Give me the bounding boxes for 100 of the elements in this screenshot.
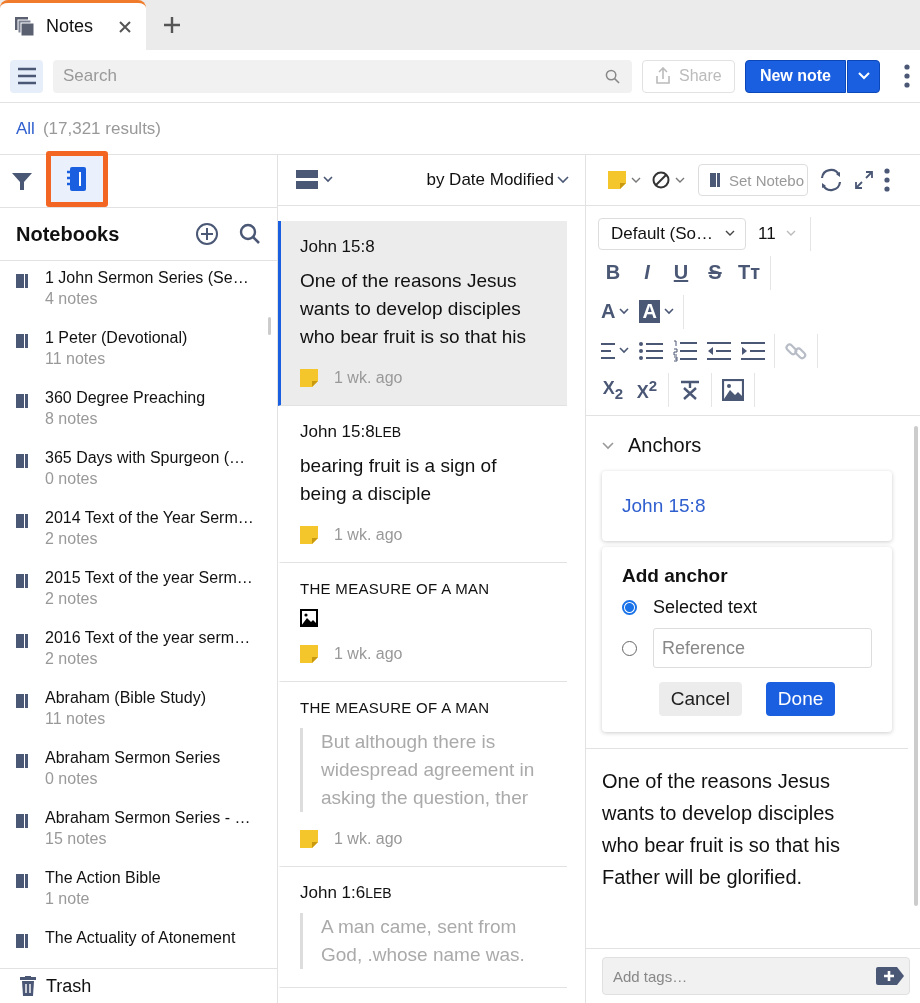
note-item[interactable]: John 15:8LEB bearing fruit is a sign of being a disciple 1 wk. ago bbox=[278, 406, 567, 563]
notebook-item[interactable]: Abraham Sermon Series - … 15 notes bbox=[0, 809, 277, 869]
italic-button[interactable]: I bbox=[632, 256, 662, 289]
add-tag-icon[interactable] bbox=[876, 967, 904, 985]
share-icon bbox=[655, 67, 671, 85]
add-icon[interactable] bbox=[195, 222, 219, 246]
caret-icon bbox=[663, 308, 674, 315]
new-tab-icon[interactable] bbox=[162, 15, 182, 35]
note-title: THE MEASURE OF A MAN bbox=[300, 579, 491, 599]
note-quote: A man came, sent from God, .whose name was. bbox=[300, 913, 553, 969]
font-dropdown[interactable]: Default (So… bbox=[598, 217, 747, 250]
note-time: 1 wk. ago bbox=[334, 526, 403, 544]
more-icon[interactable] bbox=[884, 168, 890, 192]
expand-icon[interactable] bbox=[854, 170, 874, 190]
notes-stack-icon bbox=[14, 15, 36, 38]
close-icon[interactable] bbox=[118, 19, 132, 34]
new-note-dropdown-button[interactable] bbox=[847, 59, 880, 93]
note-count: 11 notes bbox=[45, 350, 107, 368]
note-title: John 1:6LEB bbox=[300, 883, 393, 903]
notebook-name: 360 Degree Preaching bbox=[45, 389, 206, 407]
layout-icon[interactable] bbox=[296, 169, 336, 191]
note-body-text: One of the reasons Jesus wants to develop disciples who bear fruit is so that his Father will be glorified. bbox=[586, 748, 908, 909]
trash-item[interactable]: Trash bbox=[0, 968, 277, 1003]
notebook-item[interactable]: Abraham Sermon Series 0 notes bbox=[0, 749, 277, 809]
search-icon[interactable] bbox=[239, 223, 261, 245]
tags-field[interactable]: Add tags… bbox=[602, 957, 910, 995]
note-time: 1 wk. ago bbox=[334, 645, 403, 663]
sup-button[interactable]: X$^{2}$ bbox=[632, 373, 662, 406]
notebook-item[interactable]: 2014 Text of the Year Serm… 2 notes bbox=[0, 509, 277, 569]
notebook-icon bbox=[16, 514, 28, 528]
notebook-item[interactable]: 1 John Sermon Series (Se… 4 notes bbox=[0, 269, 277, 329]
caret-icon bbox=[785, 230, 796, 237]
notebook-item[interactable]: 360 Degree Preaching 8 notes bbox=[0, 389, 277, 449]
note-count: 2 notes bbox=[45, 530, 99, 548]
notebook-name: 365 Days with Spurgeon (… bbox=[45, 449, 246, 467]
sync-icon[interactable] bbox=[818, 167, 844, 193]
scrollbar[interactable] bbox=[268, 317, 271, 335]
notebook-item[interactable]: 2015 Text of the year Serm… 2 notes bbox=[0, 569, 277, 629]
underline-button[interactable]: U bbox=[666, 256, 696, 289]
notebook-icon bbox=[16, 574, 28, 588]
search-icon bbox=[604, 68, 620, 84]
notebook-icon bbox=[16, 334, 28, 348]
sticky-note-color-icon[interactable] bbox=[608, 170, 642, 190]
note-item[interactable]: John 15:8 One of the reasons Jesus wants to develop disciples who bear fruit is so that his 1 wk. ago bbox=[278, 221, 567, 406]
notebook-name: 2016 Text of the year serm… bbox=[45, 629, 251, 647]
sub-button[interactable]: X$_{2}$ bbox=[598, 373, 628, 406]
anchors-header[interactable]: Anchors bbox=[586, 416, 908, 467]
note-count: 2 notes bbox=[45, 590, 99, 608]
caret-icon bbox=[619, 308, 630, 315]
menu-icon bbox=[16, 67, 37, 85]
notebook-name: Abraham Sermon Series bbox=[45, 749, 221, 767]
image-icon bbox=[300, 609, 318, 627]
notebook-name: 1 John Sermon Series (Se… bbox=[45, 269, 249, 287]
chevron-icon bbox=[602, 441, 614, 450]
notebook-item[interactable]: The Actuality of Atonement bbox=[0, 929, 277, 968]
notebook-icon bbox=[16, 394, 28, 408]
note-item[interactable]: THE MEASURE OF A MAN But although there is widespread agreement in asking the question, ther 1 wk. ago bbox=[278, 682, 567, 867]
radio-button[interactable] bbox=[622, 600, 637, 615]
highlight-button[interactable]: A bbox=[636, 295, 677, 328]
note-count: 8 notes bbox=[45, 410, 99, 428]
note-time: 1 wk. ago bbox=[334, 369, 403, 387]
new-note-button[interactable]: New note bbox=[744, 59, 846, 93]
caret-icon bbox=[557, 176, 569, 184]
notebook-view-button[interactable] bbox=[46, 151, 108, 207]
notebook-field[interactable]: Set Notebo bbox=[698, 164, 808, 196]
notebook-item[interactable]: 365 Days with Spurgeon (… 0 notes bbox=[0, 449, 277, 509]
filter-icon[interactable] bbox=[12, 171, 32, 191]
sort-dropdown[interactable]: by Date Modified bbox=[426, 170, 569, 190]
bold-button[interactable]: B bbox=[598, 256, 628, 289]
trash-icon bbox=[20, 976, 36, 996]
search-field[interactable]: Search bbox=[53, 59, 632, 93]
add-anchor-title: Add anchor bbox=[622, 565, 729, 587]
menu-button[interactable] bbox=[10, 59, 43, 93]
notes-tab[interactable]: Notes bbox=[0, 0, 146, 50]
reference-field[interactable]: Reference bbox=[653, 628, 872, 668]
anchor-link[interactable]: John 15:8 bbox=[622, 495, 706, 516]
note-time: 1 wk. ago bbox=[334, 830, 403, 848]
case-button[interactable]: Tт bbox=[734, 256, 764, 289]
notebook-item[interactable]: Abraham (Bible Study) 11 notes bbox=[0, 689, 277, 749]
note-item[interactable]: John 1:6LEB A man came, sent from God, .whose name was. bbox=[278, 867, 567, 988]
cancel-button[interactable]: Cancel bbox=[658, 682, 742, 716]
scrollbar[interactable] bbox=[914, 426, 918, 906]
strike-button[interactable]: S bbox=[700, 256, 730, 289]
more-icon[interactable] bbox=[904, 64, 910, 88]
note-count: 0 notes bbox=[45, 470, 99, 488]
done-button[interactable]: Done bbox=[765, 682, 836, 716]
note-count: 15 notes bbox=[45, 830, 108, 848]
color-button[interactable]: A bbox=[598, 295, 633, 328]
note-title: John 15:8 bbox=[300, 237, 376, 257]
all-filter-link[interactable]: All bbox=[16, 118, 35, 139]
notebook-item[interactable]: 1 Peter (Devotional) 11 notes bbox=[0, 329, 277, 389]
sticky-note-icon bbox=[300, 830, 318, 848]
notebook-item[interactable]: The Action Bible 1 note bbox=[0, 869, 277, 929]
sticky-note-icon bbox=[300, 526, 318, 544]
size-dropdown[interactable]: 11 bbox=[750, 223, 804, 244]
note-preview: One of the reasons Jesus wants to develop disciples who bear fruit is so that his bbox=[300, 269, 527, 349]
sticky-note-icon bbox=[300, 645, 318, 663]
note-item[interactable]: THE MEASURE OF A MAN 1 wk. ago bbox=[278, 563, 567, 682]
notebook-item[interactable]: 2016 Text of the year serm… 2 notes bbox=[0, 629, 277, 689]
caret-icon bbox=[619, 347, 629, 354]
